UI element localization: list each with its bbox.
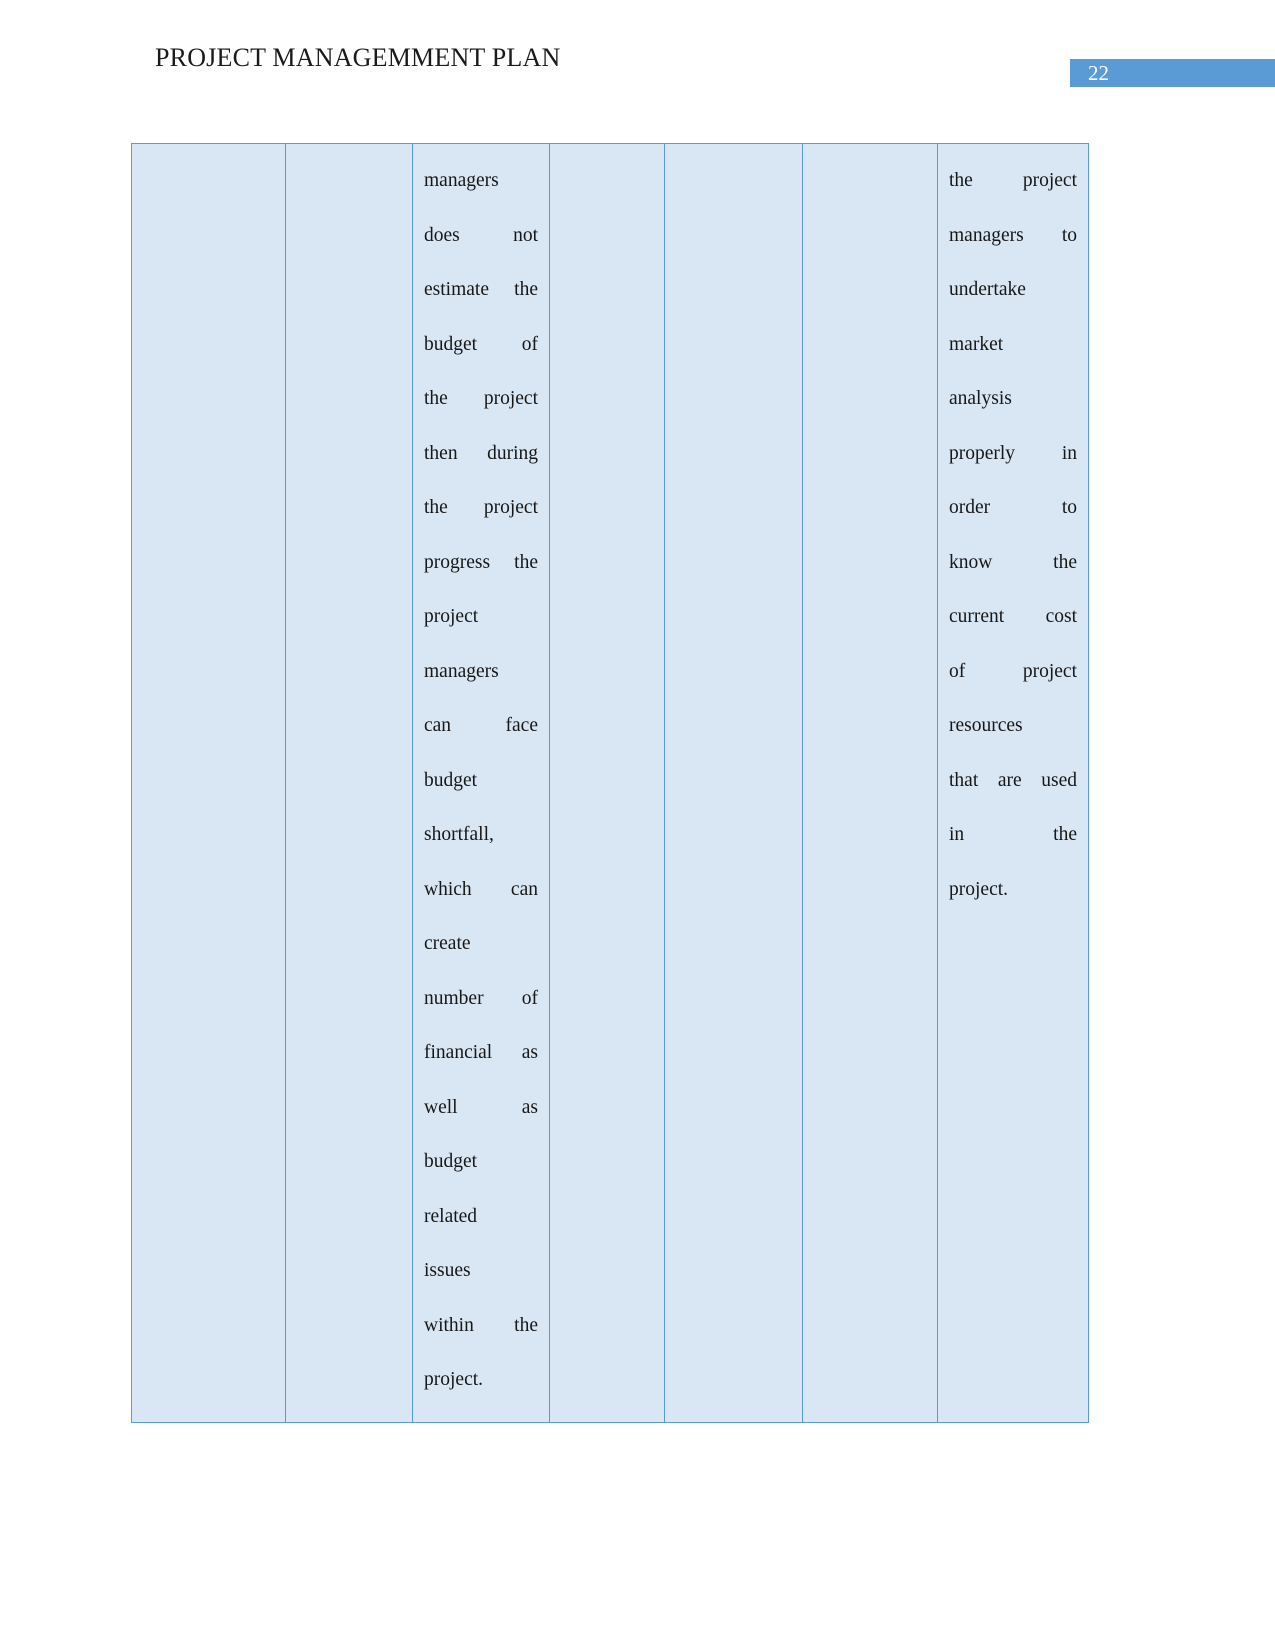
text-line: undertake [949,279,1026,300]
text-line: progress the [424,551,538,573]
cell-1-text [132,144,285,1408]
cell-6-text [803,144,937,168]
text-line: well as [424,1096,538,1118]
text-line: market [949,333,1004,355]
cell-2-text [286,144,412,168]
page-number: 22 [1088,61,1109,85]
text-line: budget [424,1151,478,1172]
text-line: properly in [949,442,1077,464]
text-line: does not [424,224,538,246]
table-cell-6[interactable] [802,143,938,1423]
text-line: within the [424,1314,538,1336]
table-cell-1[interactable] [131,143,286,1423]
text-line: analysis [949,388,1012,409]
text-line: can face [424,715,538,736]
table-cell-2[interactable] [285,143,413,1423]
text-line: issues [424,1260,471,1281]
text-line: project [424,606,479,627]
text-line: then during [424,442,538,464]
table-cell-3[interactable]: managers does not estimate the budget of the… [412,143,550,1423]
text-line: the project [424,497,538,518]
text-line: managers [424,660,499,682]
text-line: managers to [949,224,1077,246]
text-line: financial as [424,1042,538,1063]
text-line: the project [424,388,538,409]
text-line: shortfall, [424,824,494,845]
page-title: PROJECT MANAGEMMENT PLAN [155,43,561,72]
page-number-banner: 22 [1070,59,1275,87]
text-line: create [424,933,471,954]
cell-3-text: managers does not estimate the budget of the… [413,144,549,1422]
text-line: estimate the [424,279,538,300]
cell-5-text [665,144,802,168]
text-line: managers [424,170,499,191]
text-line: in the [949,824,1077,845]
text-line: know the [949,551,1077,573]
cell-7-text: the project managers to undertake market ana… [938,144,1088,931]
text-line: resources [949,715,1023,736]
text-line: the project [949,170,1077,191]
text-line: project. [949,878,1009,900]
page-header: PROJECT MANAGEMMENT PLAN 22 [0,0,1275,120]
text-line: related [424,1205,478,1227]
text-line: order to [949,497,1077,518]
text-line: of project [949,660,1077,682]
text-line: which can [424,878,538,900]
content-table: managers does not estimate the budget of the… [131,143,1089,1423]
table-cell-4[interactable] [549,143,665,1423]
table-cell-7[interactable]: the project managers to undertake market ana… [937,143,1089,1423]
text-line: budget [424,769,478,791]
text-line: current cost [949,606,1077,627]
table-row: managers does not estimate the budget of the… [131,143,1089,1423]
text-line: that are used [949,769,1077,791]
table-cell-5[interactable] [664,143,803,1423]
text-line: number of [424,987,538,1009]
cell-4-text [550,144,664,168]
text-line: project. [424,1369,484,1390]
text-line: budget of [424,333,538,355]
table-body: managers does not estimate the budget of the… [131,143,1089,1423]
